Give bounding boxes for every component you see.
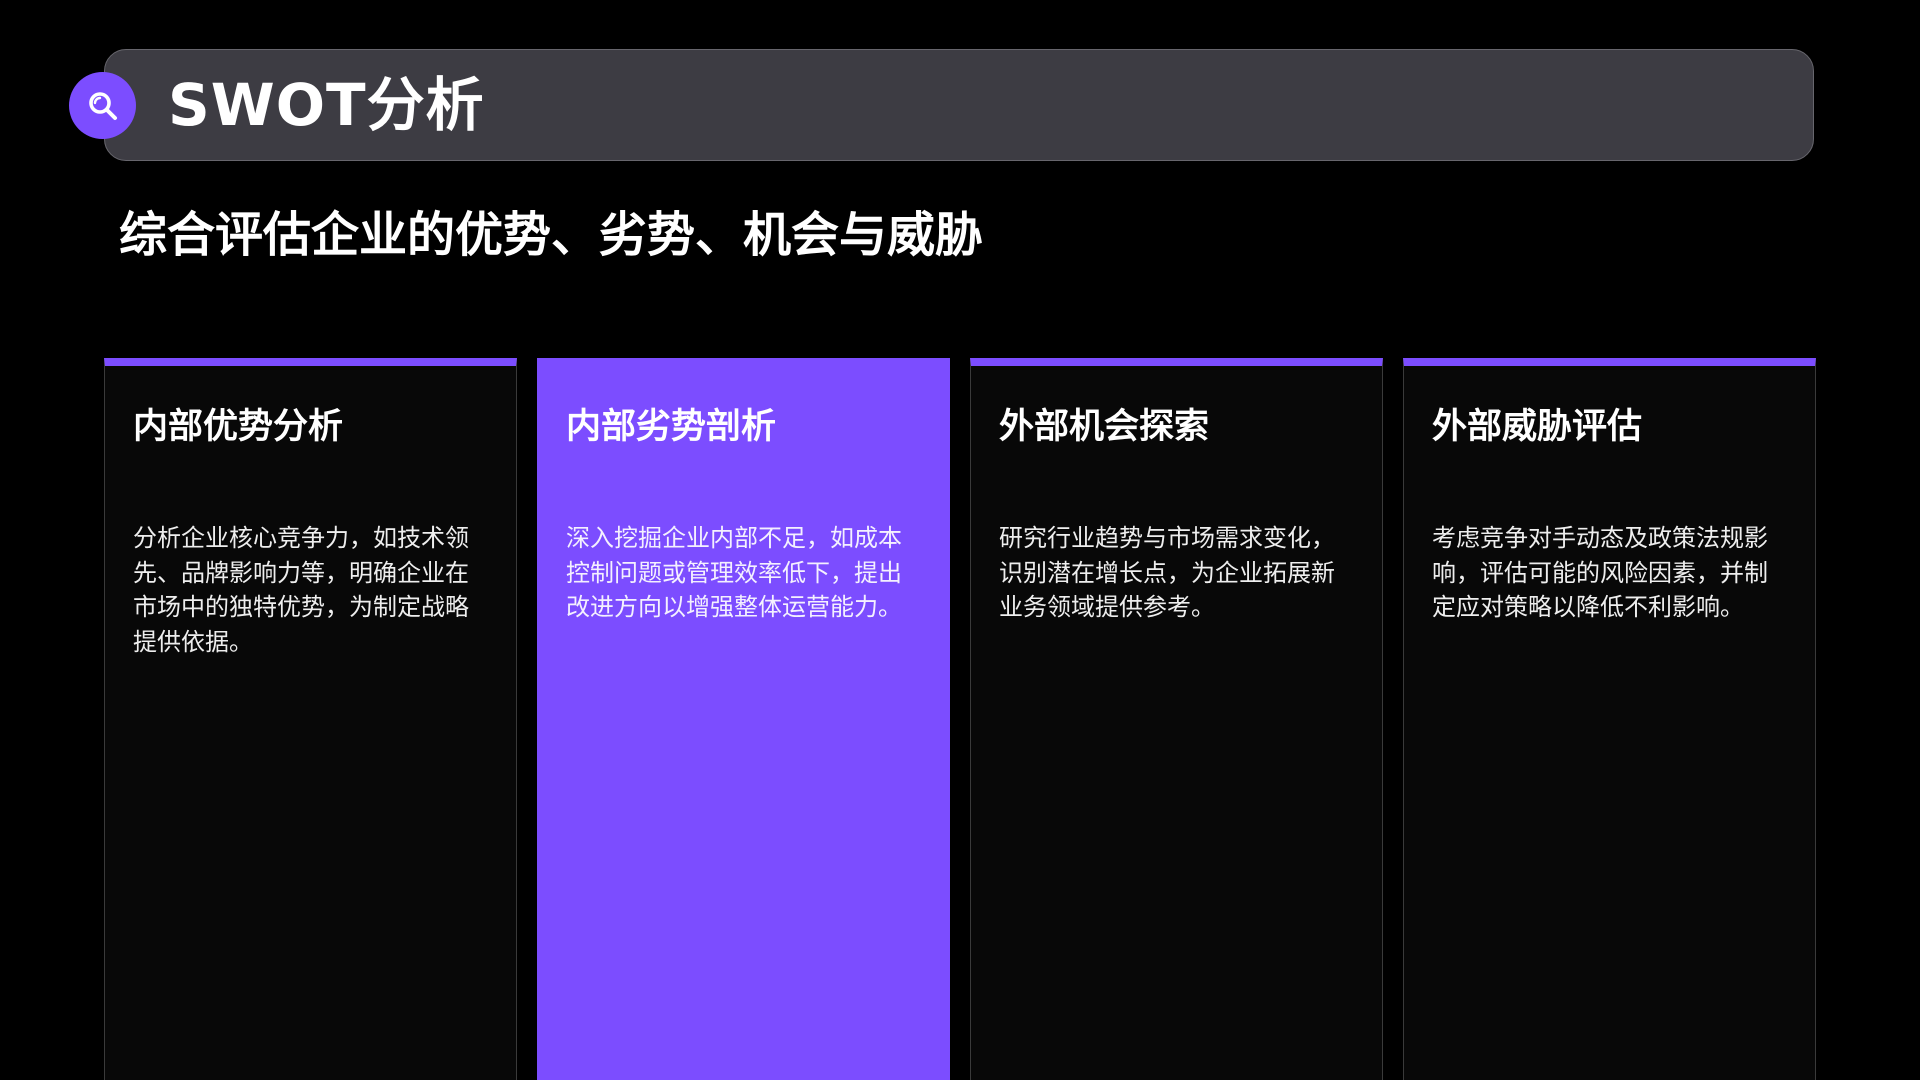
card-title: 内部优势分析: [133, 407, 344, 447]
card-description: 研究行业趋势与市场需求变化，识别潜在增长点，为企业拓展新业务领域提供参考。: [999, 524, 1335, 621]
search-icon: [88, 91, 117, 120]
card-title: 内部劣势剖析: [566, 407, 777, 447]
page-title: SWOT分析: [168, 71, 485, 139]
card-description: 考虑竞争对手动态及政策法规影响，评估可能的风险因素，并制定应对策略以降低不利影响…: [1432, 524, 1768, 621]
card-strengths: 内部优势分析 分析企业核心竞争力，如技术领先、品牌影响力等，明确企业在市场中的独…: [104, 358, 517, 1080]
search-badge: [69, 72, 136, 139]
card-threats: 外部威胁评估 考虑竞争对手动态及政策法规影响，评估可能的风险因素，并制定应对策略…: [1403, 358, 1816, 1080]
card-title: 外部威胁评估: [1432, 407, 1643, 447]
swot-cards: 内部优势分析 分析企业核心竞争力，如技术领先、品牌影响力等，明确企业在市场中的独…: [104, 358, 1816, 1080]
page-subtitle: 综合评估企业的优势、劣势、机会与威胁: [119, 207, 984, 263]
card-description: 深入挖掘企业内部不足，如成本控制问题或管理效率低下，提出改进方向以增强整体运营能…: [566, 524, 902, 621]
card-description: 分析企业核心竞争力，如技术领先、品牌影响力等，明确企业在市场中的独特优势，为制定…: [133, 524, 469, 656]
card-opportunities: 外部机会探索 研究行业趋势与市场需求变化，识别潜在增长点，为企业拓展新业务领域提…: [970, 358, 1383, 1080]
title-bar: SWOT分析: [104, 49, 1814, 161]
card-weaknesses: 内部劣势剖析 深入挖掘企业内部不足，如成本控制问题或管理效率低下，提出改进方向以…: [537, 358, 950, 1080]
card-title: 外部机会探索: [999, 407, 1210, 447]
slide: SWOT分析 综合评估企业的优势、劣势、机会与威胁 内部优势分析 分析企业核心竞…: [0, 0, 1920, 1080]
